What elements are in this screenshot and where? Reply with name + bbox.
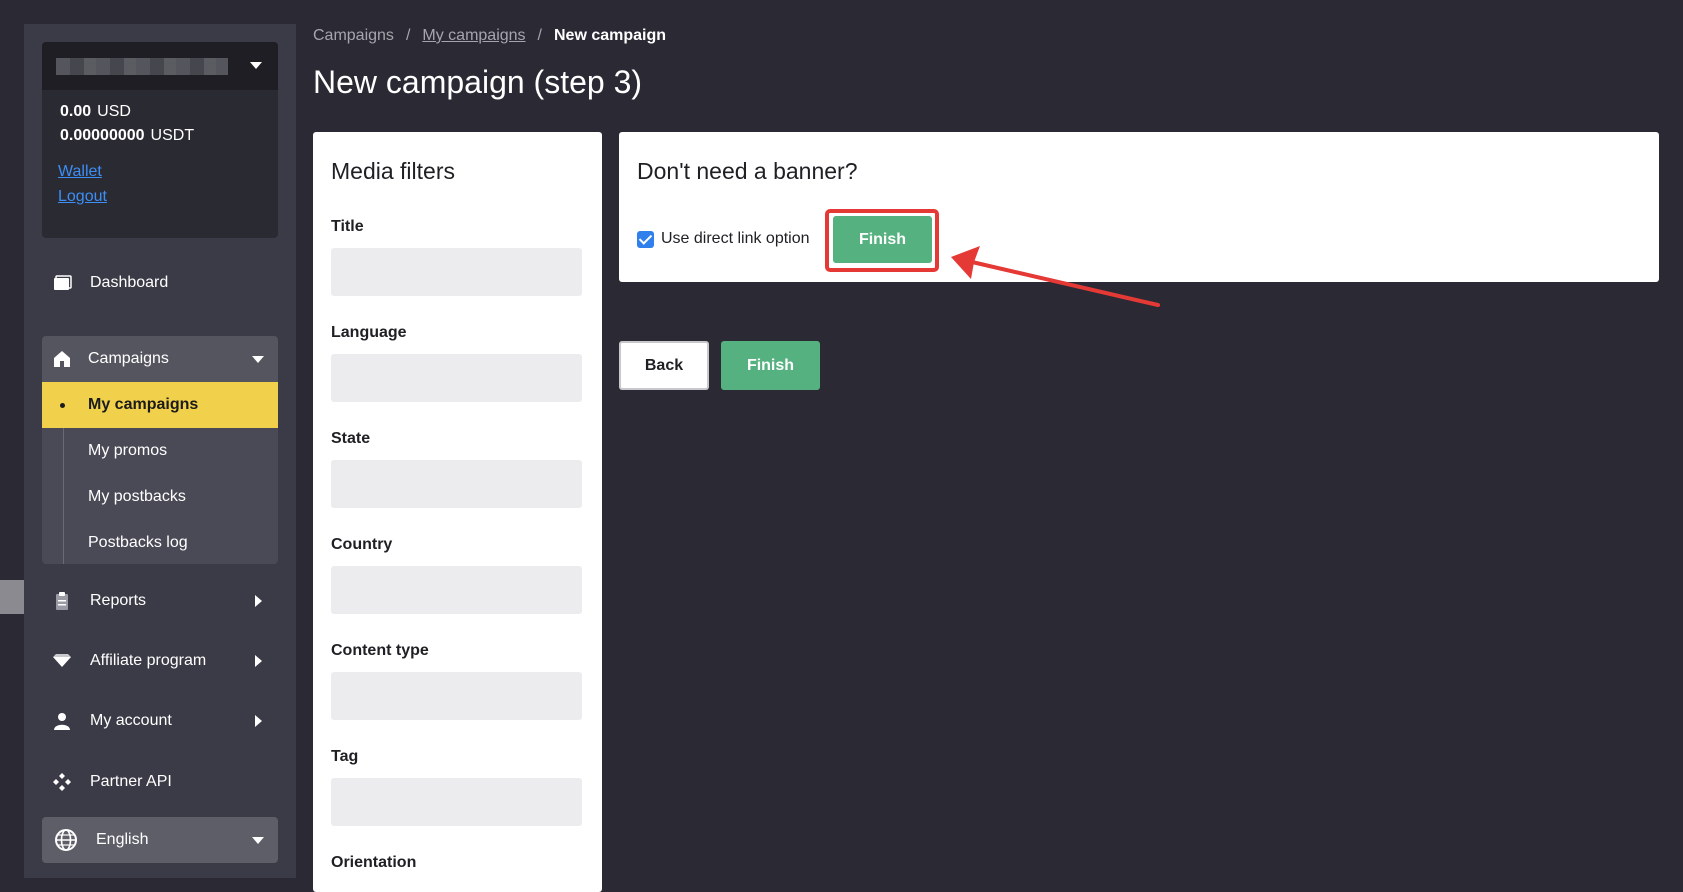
balance-usd: 0.00 USD (60, 103, 131, 120)
breadcrumb-my-campaigns-link[interactable]: My campaigns (422, 27, 525, 44)
state-filter-input[interactable] (331, 460, 582, 508)
no-banner-panel: Don't need a banner? Use direct link opt… (619, 132, 1659, 282)
active-dot (60, 403, 65, 408)
language-label: English (96, 831, 149, 848)
panel-title: Media filters (331, 158, 455, 184)
sidebar-item-my-campaigns[interactable]: My campaigns (42, 382, 278, 428)
sidebar-item-affiliate[interactable]: Affiliate program (42, 637, 278, 685)
content-type-filter-input[interactable] (331, 672, 582, 720)
language-filter-input[interactable] (331, 354, 582, 402)
balance-usdt: 0.00000000 USDT (60, 127, 195, 144)
country-filter-input[interactable] (331, 566, 582, 614)
sidebar-item-campaigns[interactable]: Campaigns (42, 336, 278, 382)
sidebar-group-campaigns: Campaigns My campaigns My promos My post… (42, 336, 278, 564)
clipboard-icon (56, 592, 68, 610)
chevron-right-icon (255, 595, 262, 607)
account-switcher[interactable] (42, 42, 278, 90)
api-nodes-icon (53, 773, 71, 791)
breadcrumb-separator: / (537, 27, 542, 44)
chevron-down-icon (252, 356, 264, 363)
breadcrumb-current: New campaign (554, 27, 667, 44)
logout-link[interactable]: Logout (58, 188, 107, 206)
breadcrumb-separator: / (405, 27, 411, 44)
filter-label-title: Title (331, 218, 364, 235)
sidebar: 0.00 USD 0.00000000 USDT Wallet Logout Das… (24, 24, 296, 878)
sidebar-item-reports[interactable]: Reports (42, 577, 278, 625)
title-filter-input[interactable] (331, 248, 582, 296)
sidebar-item-partner-api[interactable]: Partner API (42, 758, 278, 806)
sidebar-item-my-promos[interactable]: My promos (42, 428, 278, 474)
filter-label-country: Country (331, 536, 393, 553)
sidebar-item-label: Reports (90, 592, 147, 609)
account-card: 0.00 USD 0.00000000 USDT Wallet Logout (42, 42, 278, 238)
dashboard-icon (54, 275, 72, 290)
sidebar-item-postbacks-log[interactable]: Postbacks log (42, 520, 278, 566)
finish-button[interactable]: Finish (721, 341, 820, 390)
wallet-link[interactable]: Wallet (58, 163, 102, 181)
sidebar-item-label: Affiliate program (90, 652, 207, 669)
chevron-down-icon (250, 62, 262, 69)
filter-label-tag: Tag (331, 748, 359, 765)
user-icon (54, 713, 70, 730)
sidebar-item-label: Postbacks log (88, 534, 188, 551)
back-button[interactable]: Back (619, 341, 709, 390)
diamond-icon (53, 654, 71, 667)
account-name-redacted (56, 58, 228, 75)
panel-finish-button[interactable]: Finish (833, 216, 932, 263)
sidebar-item-label: Partner API (90, 773, 172, 790)
media-filters-panel: Media filters Title Language State Count… (313, 132, 602, 892)
page-title: New campaign (step 3) (313, 64, 643, 100)
breadcrumb-root: Campaigns (313, 27, 394, 44)
tag-filter-input[interactable] (331, 778, 582, 826)
sidebar-item-label: My promos (88, 442, 168, 459)
breadcrumb: Campaigns / My campaigns / New campaign (313, 27, 666, 45)
chevron-down-icon (252, 837, 264, 844)
chevron-right-icon (255, 655, 262, 667)
filter-label-language: Language (331, 324, 407, 341)
filter-label-state: State (331, 430, 371, 447)
filter-label-content-type: Content type (331, 642, 429, 659)
sidebar-item-label: My campaigns (88, 396, 199, 413)
sidebar-item-label: My postbacks (88, 488, 186, 505)
direct-link-label: Use direct link option (661, 230, 810, 247)
home-icon (54, 351, 70, 367)
chevron-right-icon (255, 715, 262, 727)
sidebar-item-my-account[interactable]: My account (42, 697, 278, 745)
sidebar-item-dashboard[interactable]: Dashboard (42, 259, 278, 307)
sidebar-item-label: Campaigns (88, 350, 169, 367)
sidebar-item-my-postbacks[interactable]: My postbacks (42, 474, 278, 520)
panel-title: Don't need a banner? (637, 158, 858, 184)
filter-label-orientation: Orientation (331, 854, 417, 871)
edge-handle (0, 580, 24, 614)
sidebar-item-label: My account (90, 712, 172, 729)
direct-link-checkbox[interactable] (637, 231, 654, 248)
globe-icon (55, 829, 77, 851)
language-select[interactable]: English (42, 817, 278, 863)
sidebar-item-label: Dashboard (90, 274, 169, 291)
